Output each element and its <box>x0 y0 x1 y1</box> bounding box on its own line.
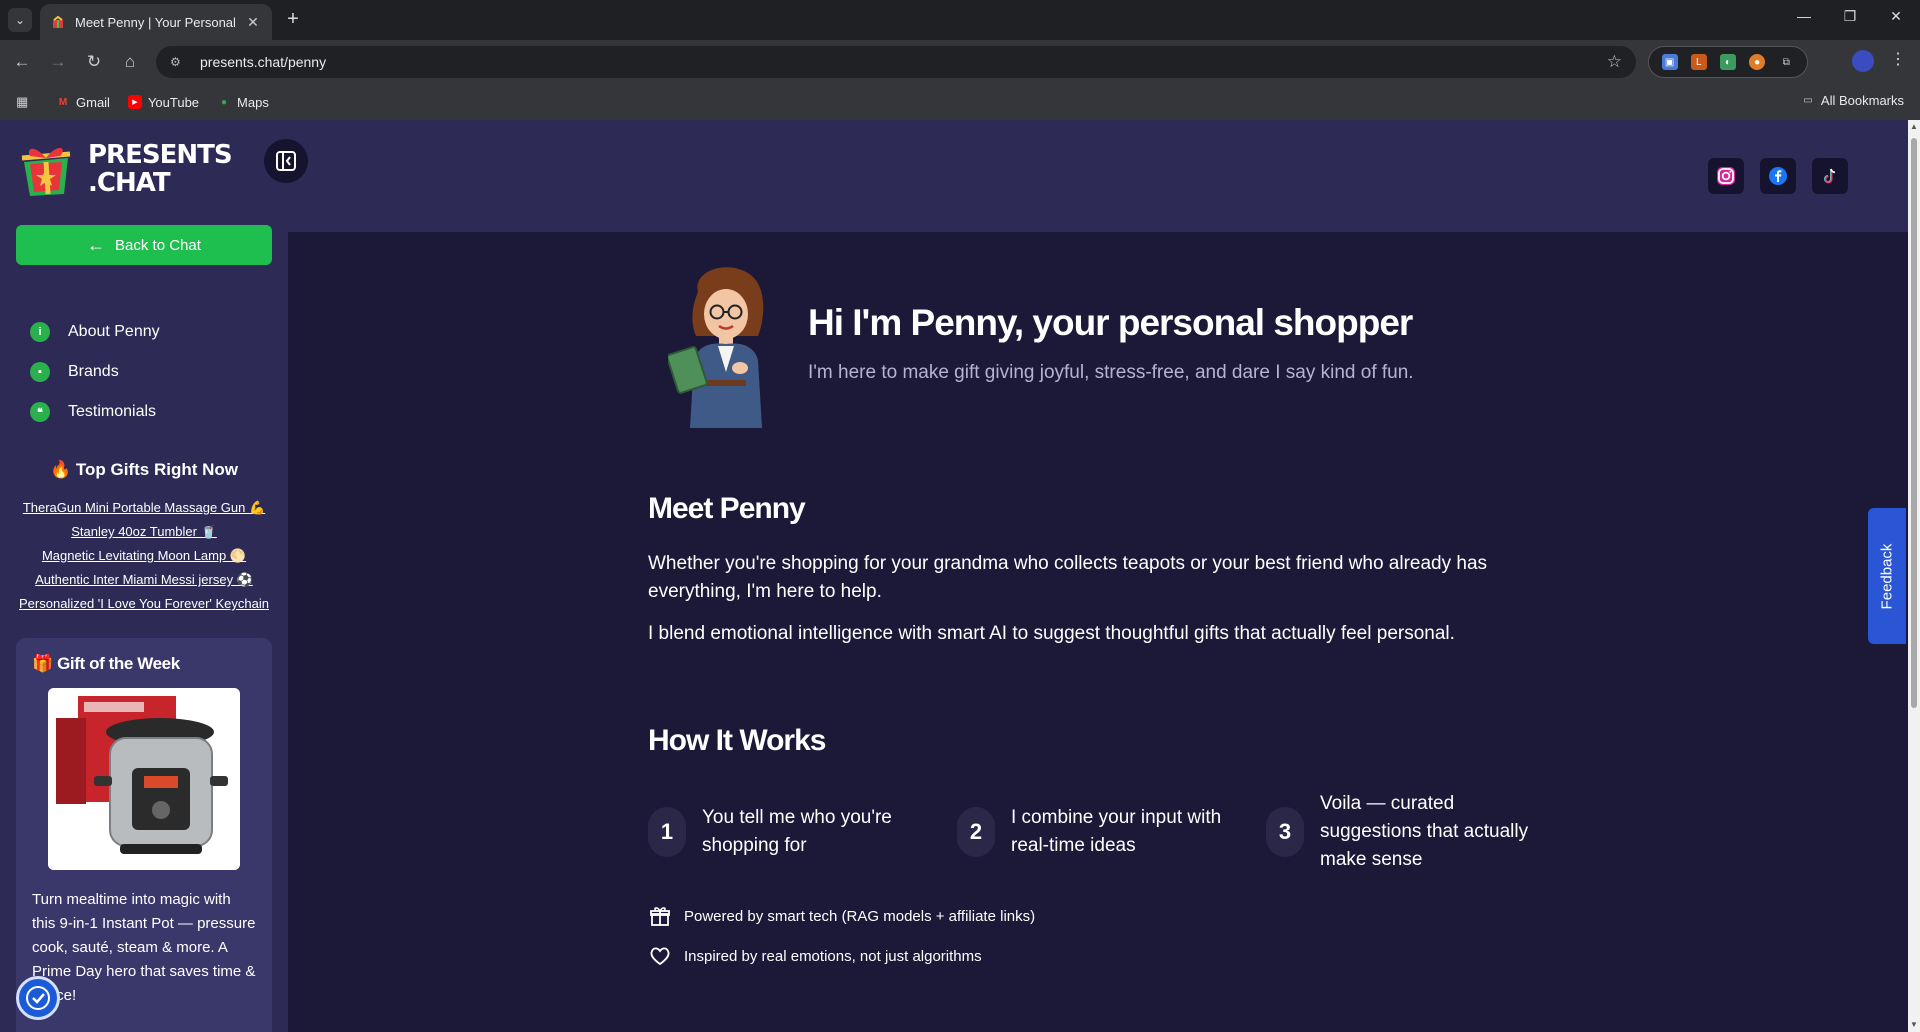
close-window-icon[interactable]: ✕ <box>1884 8 1908 25</box>
gmail-icon: M <box>58 96 68 108</box>
forward-icon[interactable]: → <box>46 50 70 74</box>
all-bookmarks-button[interactable]: ▭ All Bookmarks <box>1801 93 1904 108</box>
folder-icon: ▭ <box>1803 95 1813 106</box>
emotion-note: Inspired by real emotions, not just algo… <box>648 944 982 968</box>
top-gifts-list: TheraGun Mini Portable Massage Gun 💪 Sta… <box>0 496 288 616</box>
feedback-label: Feedback <box>1878 543 1896 609</box>
top-gift-link[interactable]: Magnetic Levitating Moon Lamp 🌕 <box>0 544 288 568</box>
sidebar-item-brands[interactable]: ▪ Brands <box>30 352 160 392</box>
step-number: 1 <box>648 807 686 857</box>
back-to-chat-button[interactable]: ← Back to Chat <box>16 225 272 265</box>
meet-penny-heading: Meet Penny <box>648 492 806 525</box>
back-icon[interactable]: ← <box>10 50 34 74</box>
sidebar-nav: i About Penny ▪ Brands ❝ Testimonials <box>30 312 160 432</box>
tab-search-button[interactable]: ⌄ <box>8 8 32 32</box>
youtube-icon: ▶ <box>127 95 142 109</box>
extension-icon[interactable]: ▣ <box>1661 54 1678 70</box>
instant-pot-image[interactable] <box>48 688 240 870</box>
logo-wordmark: PRESENTS .CHAT <box>88 140 233 198</box>
brand-tag-icon: ▪ <box>30 362 50 382</box>
home-icon[interactable]: ⌂ <box>118 50 142 74</box>
penny-avatar <box>666 262 784 428</box>
top-gifts-title: 🔥 Top Gifts Right Now <box>50 460 238 479</box>
scroll-down-icon[interactable]: ▼ <box>1910 1020 1918 1029</box>
presents-favicon-icon <box>50 14 66 30</box>
gift-icon <box>648 904 672 928</box>
restore-icon[interactable]: ❐ <box>1838 8 1862 25</box>
puzzle-icon[interactable]: ⧉ <box>1778 54 1794 70</box>
menu-dots-icon[interactable]: ⋮ <box>1890 49 1906 69</box>
bookmark-gmail[interactable]: M Gmail <box>56 95 110 110</box>
bookmarks-bar: ▦ M Gmail ▶ YouTube ● Maps ▭ All Bookmarks <box>0 84 1920 120</box>
page: PRESENTS .CHAT ← Back to Chat i About Pe… <box>0 120 1920 1032</box>
gift-of-the-week-description: Turn mealtime into magic with this 9-in-… <box>32 891 256 1004</box>
step-item: 1 You tell me who you're shopping for <box>648 804 922 860</box>
top-gift-link[interactable]: TheraGun Mini Portable Massage Gun 💪 <box>0 496 288 520</box>
logo[interactable]: PRESENTS .CHAT <box>16 138 233 200</box>
tab-title: Meet Penny | Your Personal Shopper <box>75 14 238 30</box>
meet-penny-paragraph: I blend emotional intelligence with smar… <box>648 623 1455 644</box>
minimize-icon[interactable]: — <box>1792 8 1816 24</box>
meet-penny-paragraph: Whether you're shopping for your grandma… <box>648 553 1488 602</box>
address-bar[interactable]: ⚙ presents.chat/penny ☆ <box>156 46 1636 78</box>
feedback-button[interactable]: Feedback <box>1868 508 1906 644</box>
maps-pin-icon: ● <box>221 96 228 108</box>
quote-bubble-icon: ❝ <box>30 402 50 422</box>
profile-avatar[interactable] <box>1852 50 1874 72</box>
sidebar: PRESENTS .CHAT ← Back to Chat i About Pe… <box>0 120 288 1032</box>
sidebar-item-about-penny[interactable]: i About Penny <box>30 312 160 352</box>
top-gift-link[interactable]: Authentic Inter Miami Messi jersey ⚽ <box>0 568 288 592</box>
panel-collapse-icon <box>276 151 296 171</box>
gift-of-the-week-card: 🎁 Gift of the Week Turn mealtime into ma… <box>16 638 272 1032</box>
step-text: Voila — curated suggestions that actuall… <box>1320 793 1529 870</box>
how-it-works-heading: How It Works <box>648 724 826 757</box>
facebook-icon[interactable] <box>1760 158 1796 194</box>
extension-icon[interactable]: ◐ <box>1719 54 1736 70</box>
url-text: presents.chat/penny <box>200 54 327 70</box>
extension-icon[interactable]: ● <box>1749 54 1766 70</box>
page-scrollbar[interactable]: ▲ ▼ <box>1908 120 1920 1032</box>
site-info-icon[interactable]: ⚙ <box>170 55 186 69</box>
step-text: You tell me who you're shopping for <box>702 807 892 856</box>
heart-icon <box>648 944 672 968</box>
active-tab[interactable]: Meet Penny | Your Personal Shopper ✕ <box>40 4 272 40</box>
close-tab-icon[interactable]: ✕ <box>244 14 262 31</box>
hero-subtitle: I'm here to make gift giving joyful, str… <box>808 362 1414 383</box>
accessibility-icon[interactable] <box>16 976 60 1020</box>
reload-icon[interactable]: ↻ <box>82 50 106 74</box>
bookmark-star-icon[interactable]: ☆ <box>1607 52 1622 72</box>
step-number: 3 <box>1266 807 1304 857</box>
new-tab-button[interactable]: + <box>282 9 304 31</box>
hero-title: Hi I'm Penny, your personal shopper <box>808 302 1413 343</box>
top-gift-link[interactable]: Stanley 40oz Tumbler 🥤 <box>0 520 288 544</box>
browser-chrome: ⌄ Meet Penny | Your Personal Shopper ✕ +… <box>0 0 1920 120</box>
extensions-group: ▣ L ◐ ● ⧉ <box>1648 46 1808 78</box>
info-icon: i <box>30 322 50 342</box>
scroll-up-icon[interactable]: ▲ <box>1910 122 1918 131</box>
step-text: I combine your input with real-time idea… <box>1011 807 1222 856</box>
top-gift-link[interactable]: Personalized 'I Love You Forever' Keycha… <box>0 592 288 616</box>
tech-note: Powered by smart tech (RAG models + affi… <box>648 904 1035 928</box>
tab-bar: ⌄ Meet Penny | Your Personal Shopper ✕ +… <box>0 0 1920 40</box>
step-item: 2 I combine your input with real-time id… <box>957 804 1231 860</box>
apps-grid-icon[interactable]: ▦ <box>16 94 34 110</box>
instagram-icon[interactable] <box>1708 158 1744 194</box>
step-item: 3 Voila — curated suggestions that actua… <box>1266 790 1540 874</box>
step-number: 2 <box>957 807 995 857</box>
extension-icon[interactable]: L <box>1690 54 1707 70</box>
collapse-sidebar-button[interactable] <box>264 139 308 183</box>
tiktok-icon[interactable] <box>1812 158 1848 194</box>
scroll-thumb[interactable] <box>1911 138 1917 708</box>
gift-logo-icon <box>16 138 78 200</box>
browser-toolbar: ← → ↻ ⌂ ⚙ presents.chat/penny ☆ ▣ L ◐ ● … <box>0 40 1920 84</box>
arrow-left-icon: ← <box>87 234 106 255</box>
page-header <box>288 120 1908 232</box>
sidebar-item-testimonials[interactable]: ❝ Testimonials <box>30 392 160 432</box>
bookmark-youtube[interactable]: ▶ YouTube <box>127 95 199 110</box>
bookmark-maps[interactable]: ● Maps <box>217 95 269 110</box>
gift-of-the-week-title: 🎁 Gift of the Week <box>32 654 180 673</box>
